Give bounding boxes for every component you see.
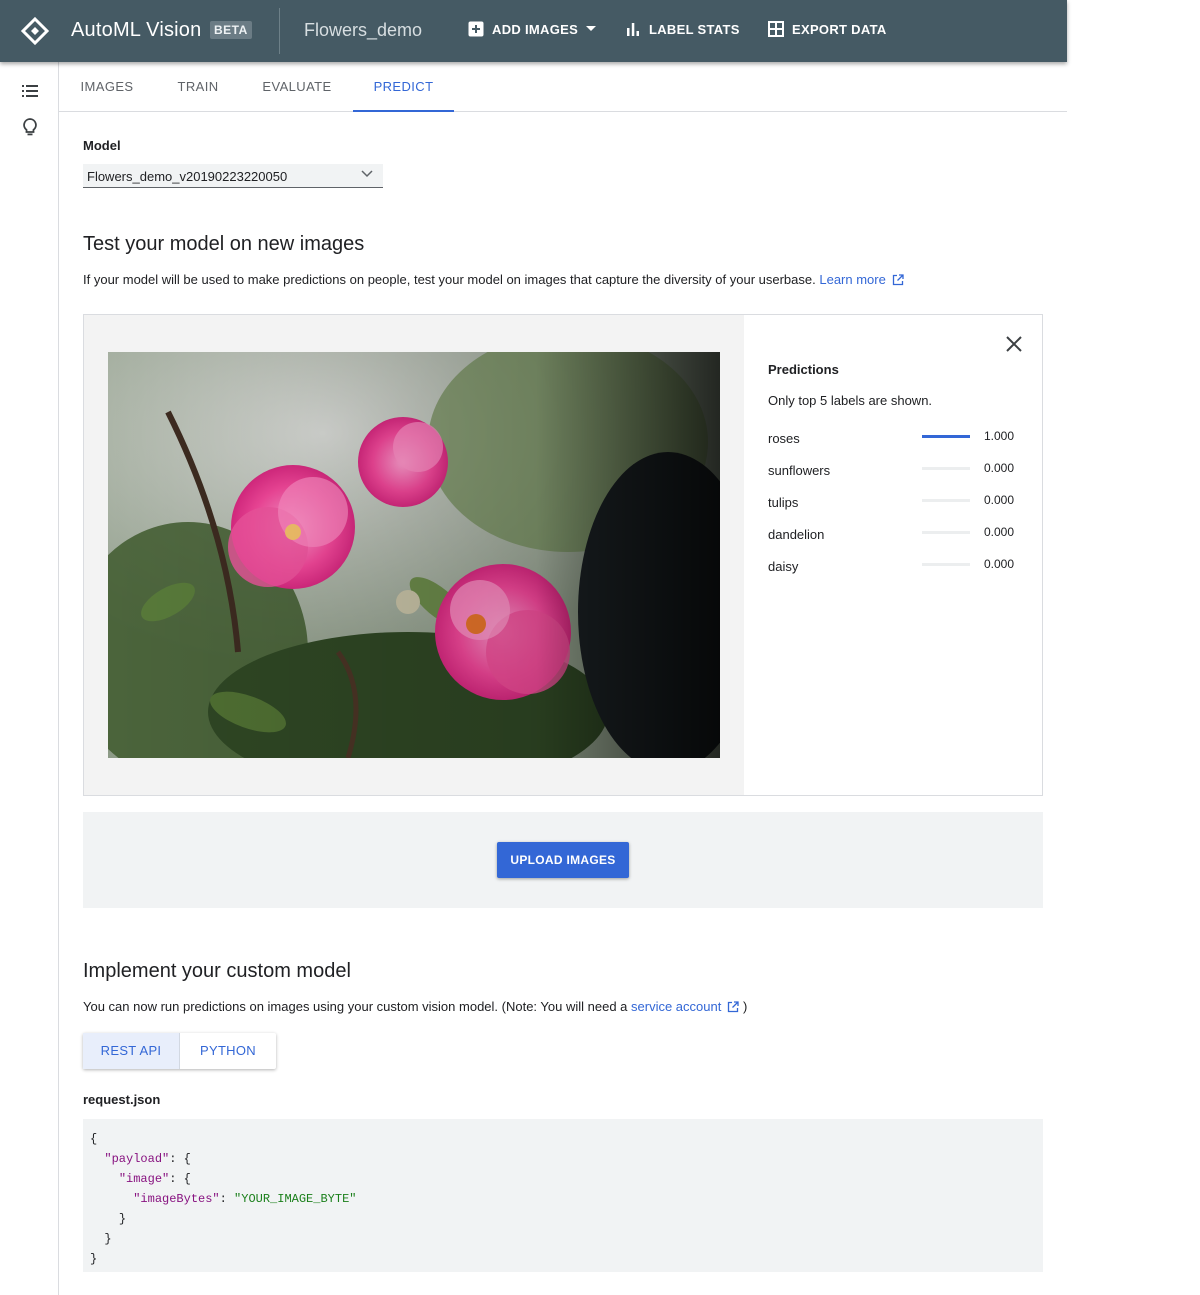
test-heading: Test your model on new images [83, 233, 365, 255]
learn-more-label: Learn more [819, 272, 886, 287]
tab-predict[interactable]: PREDICT [353, 62, 454, 112]
prediction-bar-track [922, 467, 970, 470]
image-preview-pane [84, 315, 744, 795]
implement-description: You can now run predictions on images us… [83, 999, 628, 1014]
implement-heading: Implement your custom model [83, 960, 351, 982]
code-block: { "payload": { "image": { "imageBytes": … [83, 1119, 1043, 1272]
export-data-label: EXPORT DATA [792, 21, 887, 37]
predictions-note: Only top 5 labels are shown. [768, 393, 933, 408]
test-description: If your model will be used to make predi… [83, 272, 816, 287]
prediction-score: 1.000 [984, 429, 1015, 443]
prediction-label: daisy [768, 559, 799, 574]
request-json-label: request.json [83, 1092, 161, 1107]
prediction-score: 0.000 [984, 493, 1015, 507]
add-box-icon [468, 21, 484, 37]
prediction-bar-fill [922, 435, 970, 438]
code-colon-brace: : { [169, 1152, 191, 1166]
prediction-card: Predictions Only top 5 labels are shown.… [83, 314, 1043, 796]
prediction-row: dandelion 0.000 [768, 525, 1018, 545]
grid-icon [768, 21, 784, 37]
prediction-label: roses [768, 431, 800, 446]
python-toggle[interactable]: PYTHON [180, 1033, 276, 1069]
implement-description-line: You can now run predictions on images us… [83, 999, 747, 1014]
code-key-payload: "payload" [104, 1152, 170, 1166]
tab-bar: IMAGES TRAIN EVALUATE PREDICT [59, 62, 1067, 112]
add-images-button[interactable]: ADD IMAGES [468, 21, 597, 37]
chevron-down-icon [361, 170, 373, 178]
upload-area: UPLOAD IMAGES [83, 812, 1043, 908]
learn-more-link[interactable]: Learn more [819, 272, 904, 287]
add-images-label: ADD IMAGES [492, 21, 579, 37]
export-data-button[interactable]: EXPORT DATA [768, 21, 887, 37]
beta-badge: BETA [210, 21, 252, 39]
label-stats-button[interactable]: LABEL STATS [625, 21, 740, 37]
uploaded-rose-photo [108, 352, 720, 758]
code-open-brace: { [90, 1132, 98, 1146]
close-icon[interactable] [1004, 334, 1024, 354]
test-description-line: If your model will be used to make predi… [83, 272, 904, 287]
prediction-row: tulips 0.000 [768, 493, 1018, 513]
code-key-imagebytes: "imageBytes" [133, 1192, 220, 1206]
appbar-divider [279, 8, 280, 54]
predictions-title: Predictions [768, 362, 839, 377]
left-rail [0, 62, 59, 1295]
list-icon[interactable] [20, 81, 40, 101]
automl-logo-icon[interactable] [21, 17, 49, 45]
external-link-icon [892, 274, 904, 286]
prediction-score: 0.000 [984, 461, 1015, 475]
code-close-brace: } [104, 1232, 112, 1246]
service-account-label: service account [631, 999, 722, 1014]
tab-evaluate[interactable]: EVALUATE [241, 62, 353, 111]
label-stats-label: LABEL STATS [649, 21, 740, 37]
prediction-row: daisy 0.000 [768, 557, 1018, 577]
prediction-bar-track [922, 435, 970, 438]
lightbulb-icon[interactable] [20, 117, 40, 137]
rest-api-toggle[interactable]: REST API [83, 1033, 180, 1069]
language-toggle-group: REST API PYTHON [83, 1033, 276, 1069]
prediction-bar-track [922, 499, 970, 502]
model-label: Model [83, 138, 121, 153]
model-select[interactable]: Flowers_demo_v20190223220050 [83, 164, 383, 188]
dataset-name: Flowers_demo [304, 20, 423, 40]
dropdown-arrow-icon [586, 26, 597, 31]
code-key-image: "image" [118, 1172, 170, 1186]
product-name: AutoML Vision [71, 19, 202, 41]
prediction-score: 0.000 [984, 557, 1015, 571]
prediction-row: sunflowers 0.000 [768, 461, 1018, 481]
code-close-brace: } [90, 1252, 98, 1266]
app-bar: AutoML Vision BETA Flowers_demo ADD IMAG… [0, 0, 1067, 62]
code-value-imagebytes: "YOUR_IMAGE_BYTE" [234, 1192, 357, 1206]
closing-paren: ) [742, 999, 748, 1014]
prediction-label: sunflowers [768, 463, 831, 478]
tab-train[interactable]: TRAIN [155, 62, 241, 111]
prediction-row: roses 1.000 [768, 429, 1018, 449]
prediction-label: tulips [768, 495, 799, 510]
prediction-bar-track [922, 531, 970, 534]
upload-images-button[interactable]: UPLOAD IMAGES [497, 842, 629, 878]
bar-chart-icon [627, 23, 639, 36]
service-account-link[interactable]: service account [631, 999, 739, 1014]
code-colon: : [219, 1192, 235, 1206]
model-select-value: Flowers_demo_v20190223220050 [87, 169, 288, 184]
prediction-bar-track [922, 563, 970, 566]
tab-images[interactable]: IMAGES [59, 62, 155, 111]
prediction-score: 0.000 [984, 525, 1015, 539]
code-colon-brace: : { [169, 1172, 191, 1186]
code-close-brace: } [118, 1212, 127, 1226]
prediction-label: dandelion [768, 527, 825, 542]
external-link-icon [728, 1001, 739, 1013]
